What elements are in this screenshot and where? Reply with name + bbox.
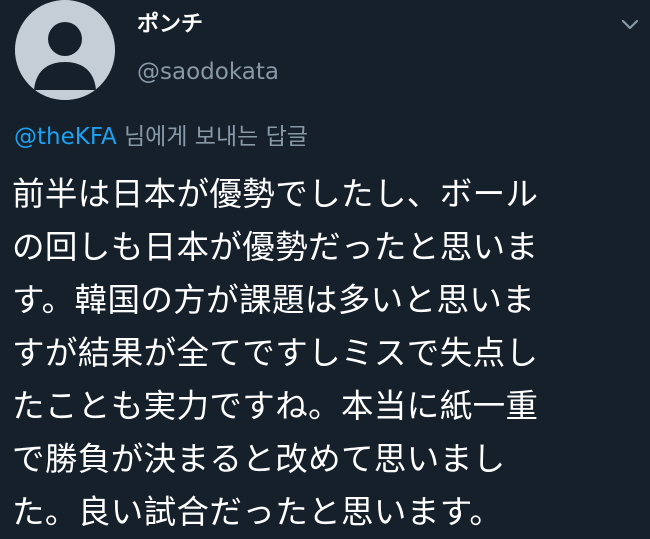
- reply-context: @theKFA 님에게 보내는 답글: [14, 120, 308, 154]
- reply-mention-link[interactable]: @theKFA: [14, 124, 117, 150]
- avatar[interactable]: [15, 0, 115, 100]
- default-avatar-icon: [15, 0, 115, 100]
- tweet-text-line: す。韓国の方が課題は多いと思いま: [12, 281, 536, 319]
- tweet-text: 前半は日本が優勢でしたし、ボール の回しも日本が優勢だったと思いま す。韓国の方…: [12, 168, 647, 539]
- tweet-text-line: 前半は日本が優勢でしたし、ボール: [12, 175, 539, 213]
- tweet-text-line: で勝負が決まると改めて思いまし: [12, 440, 506, 478]
- display-name[interactable]: ポンチ: [137, 10, 203, 40]
- user-handle[interactable]: @saodokata: [137, 56, 279, 88]
- tweet-text-line: たことも実力ですね。本当に紙一重: [12, 387, 539, 425]
- reply-context-label: 님에게 보내는 답글: [124, 124, 308, 150]
- tweet-text-line: た。良い試合だったと思います。: [12, 493, 503, 531]
- chevron-down-icon[interactable]: [618, 12, 642, 36]
- tweet-text-line: の回しも日本が優勢だったと思いま: [12, 228, 539, 266]
- tweet-text-line: すが結果が全てですしミスで失点し: [12, 334, 539, 372]
